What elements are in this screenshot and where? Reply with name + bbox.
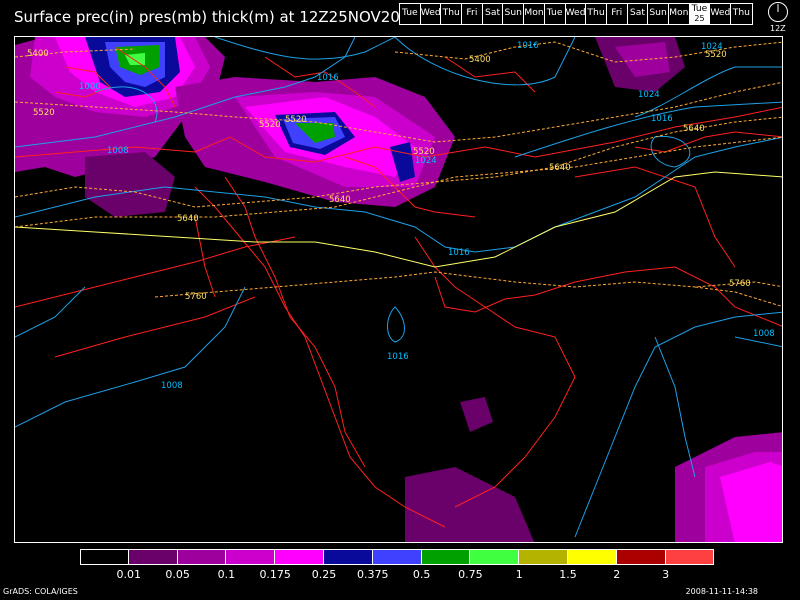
legend-swatch — [275, 549, 324, 565]
day-tab[interactable]: Sun — [648, 4, 669, 24]
day-tab-label: Mon — [524, 7, 544, 18]
thickness-label: 5640 — [549, 163, 571, 173]
legend-swatch — [128, 549, 178, 565]
thickness-label: 5760 — [729, 279, 751, 289]
day-tab-label: Fri — [466, 7, 478, 18]
day-tab[interactable]: Sat — [483, 4, 504, 24]
thickness-label: 5520 — [705, 50, 727, 60]
day-selector: Tue Wed Thu Fri Sat Sun Mon Tue Wed Thu Fri Sat Sun M… — [399, 3, 753, 25]
isobar-label: 1008 — [161, 381, 183, 391]
thickness-label: 5640 — [177, 214, 199, 224]
legend-swatch — [80, 549, 129, 565]
legend-swatch — [567, 549, 617, 565]
legend-label: 0.375 — [357, 568, 389, 581]
day-tab[interactable]: Thu — [731, 4, 752, 24]
footer-credit: GrADS: COLA/IGES — [3, 587, 78, 596]
day-tab[interactable]: Wed — [710, 4, 731, 24]
legend-label: 0.25 — [311, 568, 337, 581]
day-tab-label: Thu — [732, 7, 750, 18]
day-tab-date: 25 — [694, 14, 705, 23]
isobar-label: 1000 — [79, 82, 101, 92]
forecast-map: 1016 1000 1008 1016 1024 1024 1016 1024 … — [14, 36, 783, 543]
legend-label: 2 — [613, 568, 621, 581]
day-tab-label: Thu — [442, 7, 460, 18]
legend-label: 3 — [662, 568, 670, 581]
legend-label: 0.01 — [116, 568, 142, 581]
color-legend — [80, 549, 715, 565]
thickness-label: 5640 — [329, 195, 351, 205]
thickness-label: 5400 — [27, 49, 49, 59]
day-tab[interactable]: Sun — [503, 4, 525, 24]
day-tab[interactable]: Thu — [441, 4, 463, 24]
thickness-label: 5520 — [33, 108, 55, 118]
isobar-label: 1016 — [387, 352, 409, 362]
day-tab-label: Thu — [587, 7, 605, 18]
legend-label: 1 — [515, 568, 523, 581]
legend-label: 0.175 — [259, 568, 291, 581]
footer-timestamp: 2008-11-11-14:38 — [685, 587, 758, 596]
day-tab[interactable]: Wed — [566, 4, 587, 24]
legend-swatch — [665, 549, 715, 565]
thickness-label: 5520 — [413, 147, 435, 157]
day-tab[interactable]: Thu — [586, 4, 607, 24]
legend-swatch — [616, 549, 666, 565]
day-tab[interactable]: Mon — [669, 4, 690, 24]
day-tab[interactable]: Fri — [462, 4, 483, 24]
legend-swatch — [323, 549, 373, 565]
map-title: Surface prec(in) pres(mb) thick(m) at 12… — [14, 8, 419, 26]
day-tab[interactable]: Wed — [421, 4, 442, 24]
precip-shading — [15, 37, 782, 542]
day-tab-label: Tue — [401, 7, 418, 18]
legend-label: 0.1 — [217, 568, 236, 581]
legend-swatch — [372, 549, 422, 565]
day-tab-label: Wed — [420, 7, 441, 18]
legend-swatch — [519, 549, 568, 565]
legend-swatch — [226, 549, 276, 565]
day-tab-label: Sun — [504, 7, 523, 18]
day-tab-label: Tue — [546, 7, 563, 18]
legend-label: 0.75 — [458, 568, 483, 581]
map-canvas: 1016 1000 1008 1016 1024 1024 1016 1024 … — [15, 37, 782, 542]
day-tab[interactable]: Tue 25 — [689, 4, 711, 24]
isobar-label: 1008 — [753, 329, 775, 339]
day-tab[interactable]: Tue — [400, 4, 421, 24]
isobar-label: 1016 — [317, 73, 339, 83]
isobar-label: 1024 — [415, 156, 437, 166]
isobar-label: 1016 — [448, 248, 470, 258]
legend-swatch — [421, 549, 471, 565]
legend-label: 0.5 — [412, 568, 431, 581]
day-tab-label: Sat — [485, 7, 501, 18]
day-tab-label: Tue — [691, 4, 708, 14]
clock-label: 12Z — [770, 24, 786, 33]
day-tab-label: Wed — [710, 7, 731, 18]
thickness-label: 5520 — [285, 115, 307, 125]
isobar-label: 1024 — [638, 90, 660, 100]
day-tab-label: Wed — [565, 7, 586, 18]
thickness-label: 5400 — [469, 55, 491, 65]
legend-label: 1.5 — [559, 568, 577, 581]
isobar-label: 1008 — [107, 146, 129, 156]
legend-label: 0.05 — [165, 568, 190, 581]
isobar-label: 1016 — [517, 41, 539, 51]
color-legend-labels: 0.01 0.05 0.1 0.175 0.25 0.375 0.5 0.75 1 1.5 2 3 — [80, 568, 720, 582]
thickness-label: 5520 — [259, 120, 281, 130]
thickness-label: 5760 — [185, 292, 207, 302]
day-tab[interactable]: Tue — [545, 4, 566, 24]
legend-swatch — [177, 549, 227, 565]
isobar-label: 1016 — [651, 114, 673, 124]
thickness-label: 5640 — [683, 124, 705, 134]
day-tab[interactable]: Fri — [607, 4, 628, 24]
day-tab-label: Fri — [611, 7, 623, 18]
day-tab[interactable]: Sat — [628, 4, 649, 24]
day-tab-label: Mon — [669, 7, 689, 18]
day-tab[interactable]: Mon — [524, 4, 545, 24]
day-tab-label: Sun — [649, 7, 667, 18]
day-tab-label: Sat — [629, 7, 645, 18]
legend-swatch — [470, 549, 520, 565]
